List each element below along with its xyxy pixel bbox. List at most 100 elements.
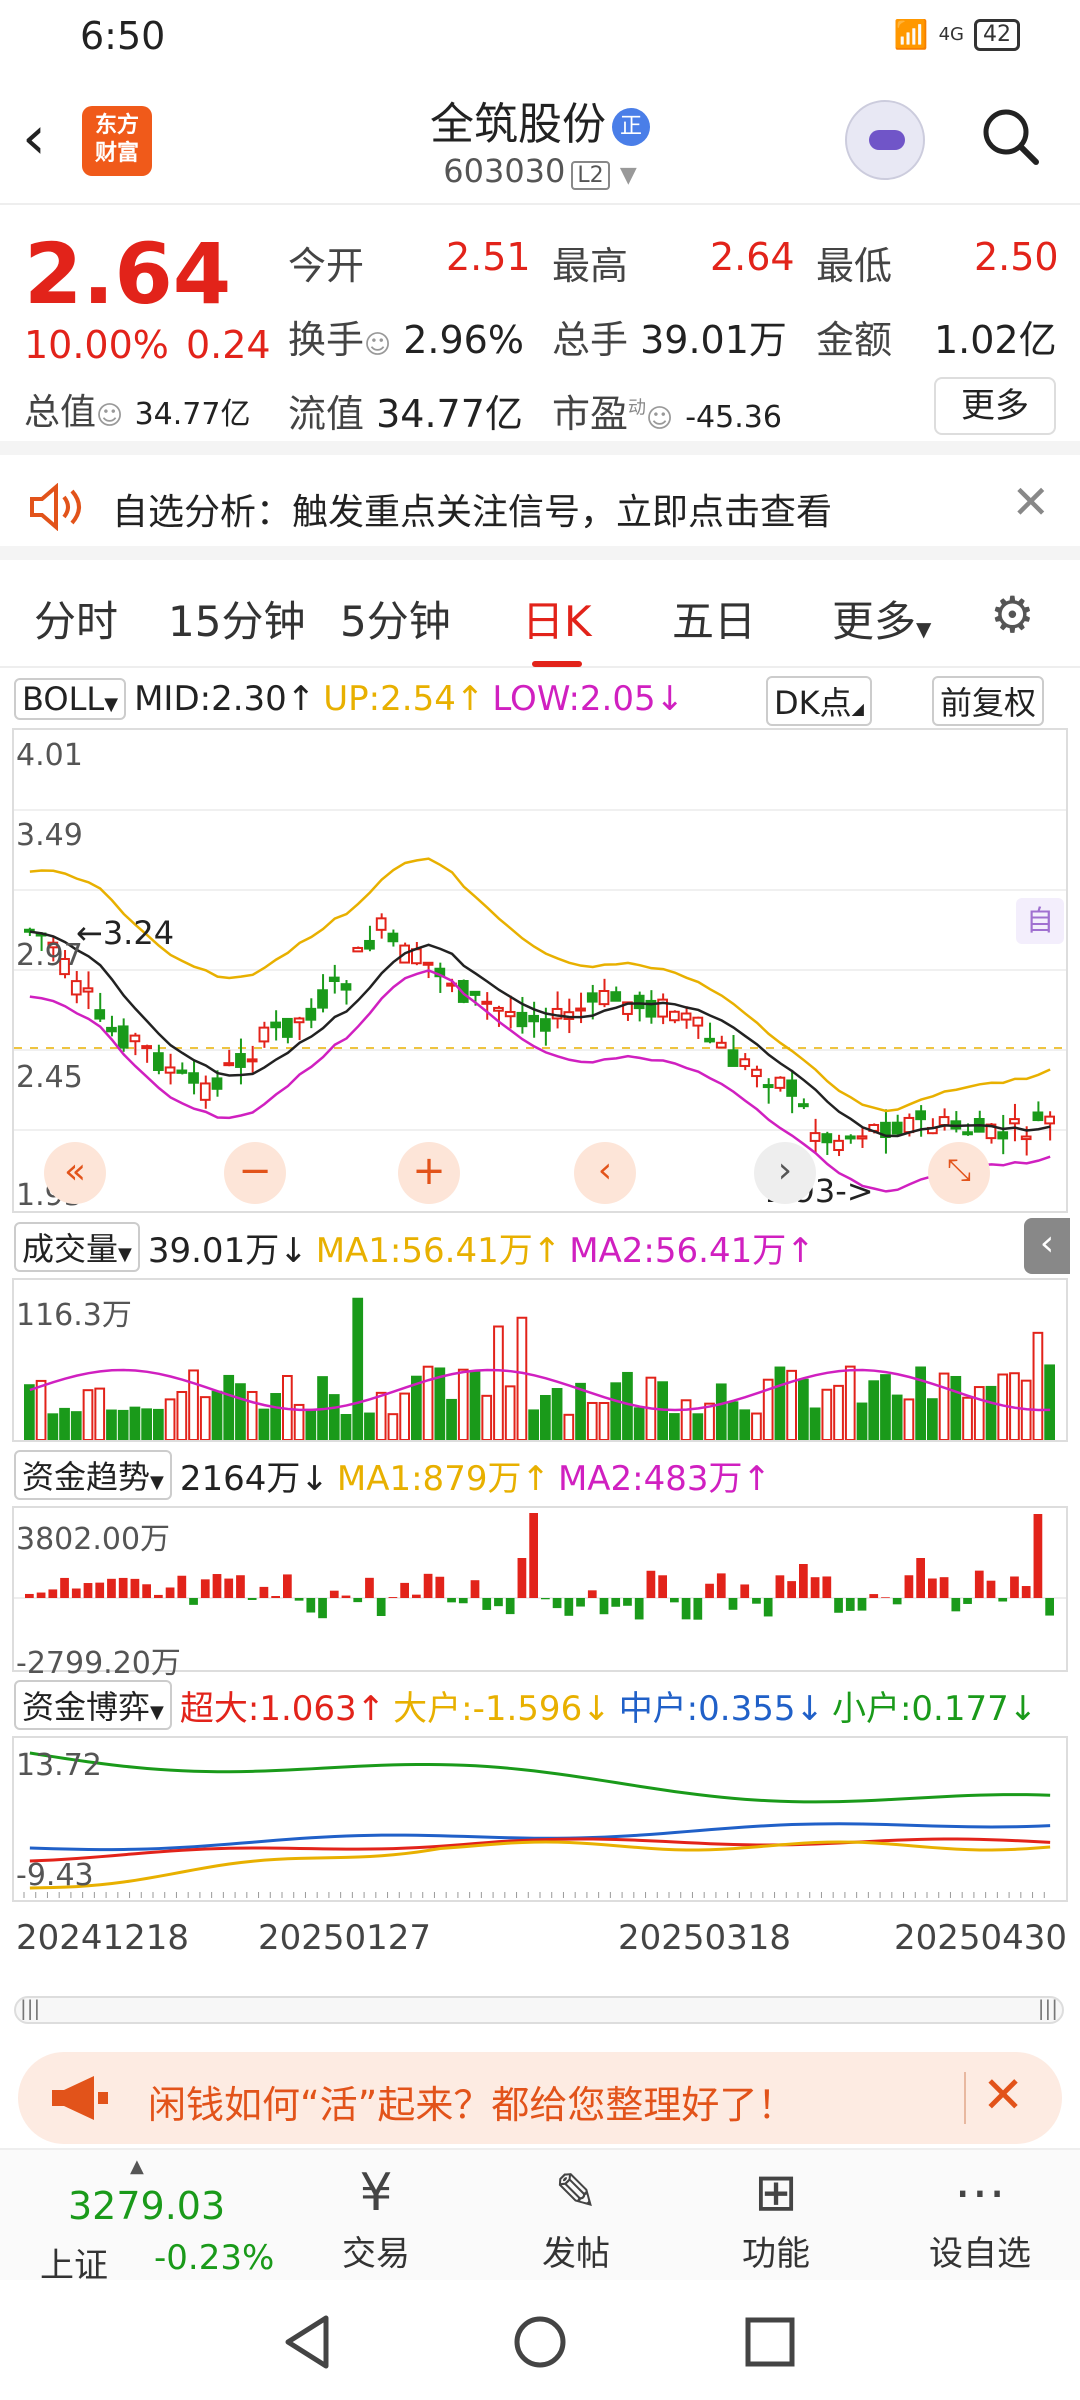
candle xyxy=(493,1006,504,1012)
candle xyxy=(317,989,328,1009)
fund-bar xyxy=(165,1587,175,1598)
grid-icon: ⊞ xyxy=(754,2163,798,2223)
functions-button[interactable]: ⊞ 功能 xyxy=(716,2160,836,2275)
candle xyxy=(352,946,364,953)
float-value: 34.77亿 xyxy=(376,392,523,436)
index-value: 3279.03 xyxy=(68,2184,226,2228)
scroll-handle-left[interactable]: ||| xyxy=(20,1996,40,2020)
scroll-left-fast-button[interactable]: « xyxy=(44,1142,106,1204)
fund-bar xyxy=(587,1590,597,1598)
kline-chart[interactable]: 4.01 3.49 2.97 2.45 1.93 ←3.24 1.93-> 自 … xyxy=(12,728,1068,1213)
close-icon[interactable]: ✕ xyxy=(982,2066,1024,2124)
candle xyxy=(856,1135,868,1140)
trade-button[interactable]: ¥ 交易 xyxy=(316,2160,436,2275)
adjust-button[interactable]: 前复权 xyxy=(932,676,1045,726)
fund-bar xyxy=(482,1598,492,1610)
volume-bar xyxy=(211,1390,223,1441)
current-price: 2.64 xyxy=(24,225,232,323)
tab-intraday[interactable]: 分时 xyxy=(34,588,118,649)
candle xyxy=(340,983,352,991)
fund-bar xyxy=(95,1582,105,1598)
small-holder-line xyxy=(29,1751,1051,1804)
tab-15min[interactable]: 15分钟 xyxy=(168,588,305,649)
add-watchlist-button[interactable]: ⋯ 设自选 xyxy=(920,2160,1040,2275)
volume-bar xyxy=(258,1408,270,1442)
fund-game-select[interactable]: 资金博弈▼ xyxy=(14,1680,172,1730)
nav-home-icon[interactable] xyxy=(512,2314,568,2370)
volume-bar xyxy=(399,1392,411,1441)
promo-text: 闲钱如何“活”起来？都给您整理好了！ xyxy=(148,2083,796,2127)
tab-more[interactable]: 更多▼ xyxy=(832,588,931,649)
fund-bar xyxy=(986,1580,996,1598)
info-icon[interactable]: ☺ xyxy=(646,404,673,434)
fund-game-max-label: 13.72 xyxy=(16,1748,102,1783)
gear-icon[interactable]: ⚙ xyxy=(990,586,1035,644)
scroll-right-button[interactable]: › xyxy=(754,1142,816,1204)
dk-button[interactable]: DK点◢ xyxy=(766,676,872,726)
tab-five-day[interactable]: 五日 xyxy=(672,588,756,649)
volume-bar xyxy=(481,1394,493,1441)
date-label: 20250127 xyxy=(258,1918,432,1958)
period-tabs: 分时 15分钟 5分钟 日K 五日 更多▼ ⚙ xyxy=(0,560,1080,668)
post-button[interactable]: ✎ 发帖 xyxy=(516,2160,636,2275)
close-icon[interactable]: ✕ xyxy=(1011,475,1050,529)
collapse-panel-icon[interactable]: ‹ xyxy=(1024,1218,1070,1274)
fund-bar xyxy=(1045,1598,1054,1616)
volume-bar xyxy=(328,1394,340,1441)
fund-bar xyxy=(400,1582,409,1598)
more-button[interactable]: 更多 xyxy=(934,377,1056,435)
info-icon[interactable]: ☺ xyxy=(364,330,391,360)
volume-bar xyxy=(223,1374,235,1441)
stock-name: 全筑股份 xyxy=(430,99,606,150)
volume-bar xyxy=(446,1398,457,1442)
assistant-avatar[interactable] xyxy=(845,100,925,180)
nav-recents-icon[interactable] xyxy=(744,2316,796,2368)
zoom-in-button[interactable]: + xyxy=(398,1142,460,1204)
fund-bar xyxy=(576,1598,585,1607)
analysis-banner[interactable]: 自选分析：触发重点关注信号，立即点击查看 ✕ xyxy=(0,455,1080,560)
fund-bar xyxy=(447,1598,456,1603)
volume-bar xyxy=(493,1325,504,1441)
candle xyxy=(129,1034,141,1043)
fund-trend-chart[interactable]: 3802.00万 -2799.20万 xyxy=(12,1506,1068,1681)
fullscreen-icon[interactable]: ⤡ xyxy=(928,1142,990,1204)
indicator-select[interactable]: BOLL▼ xyxy=(14,678,127,720)
fund-bar xyxy=(200,1579,210,1598)
info-icon[interactable]: ☺ xyxy=(96,401,123,431)
candle xyxy=(739,1058,751,1067)
scroll-handle-right[interactable]: ||| xyxy=(1038,1996,1058,2020)
self-select-tag[interactable]: 自 xyxy=(1016,898,1064,944)
candle xyxy=(586,992,598,1003)
search-icon[interactable] xyxy=(980,106,1040,166)
fund-bar xyxy=(928,1578,937,1598)
y-axis-label: 3.49 xyxy=(16,818,83,853)
nav-back-icon[interactable] xyxy=(282,2314,334,2370)
chevron-down-icon: ▼ xyxy=(118,1244,132,1265)
high-item: 最高 xyxy=(552,235,628,290)
volume-bar xyxy=(176,1390,188,1441)
zoom-out-button[interactable]: − xyxy=(224,1142,286,1204)
promo-banner[interactable]: 闲钱如何“活”起来？都给您整理好了！ ✕ xyxy=(18,2052,1062,2144)
volume-select[interactable]: 成交量▼ xyxy=(14,1222,140,1272)
range-scrollbar[interactable]: ||| ||| xyxy=(14,1996,1064,2024)
status-icons: 📶 4G 42 xyxy=(894,18,1020,51)
pe-sup: 动 xyxy=(628,397,647,419)
volume-bar xyxy=(551,1388,563,1441)
candle xyxy=(106,1026,117,1033)
boll-legend: BOLL▼ MID:2.30↑ UP:2.54↑ LOW:2.05↓ xyxy=(14,674,684,724)
tab-daily-k[interactable]: 日K xyxy=(522,588,592,667)
fund-game-chart[interactable]: 13.72 -9.43 xyxy=(12,1736,1068,1902)
tab-more-label: 更多 xyxy=(832,597,917,646)
fund-trend-select[interactable]: 资金趋势▼ xyxy=(14,1450,172,1500)
scroll-left-button[interactable]: ‹ xyxy=(574,1142,636,1204)
volume-bar xyxy=(59,1407,70,1441)
system-nav-bar xyxy=(0,2282,1080,2400)
volume-chart[interactable]: 116.3万 xyxy=(12,1278,1068,1442)
volume-bar xyxy=(985,1385,997,1441)
candle xyxy=(328,976,340,983)
tab-5min[interactable]: 5分钟 xyxy=(340,588,451,649)
date-label: 20241218 xyxy=(16,1918,190,1958)
fund-bar xyxy=(517,1558,527,1598)
fund-bar xyxy=(224,1578,234,1598)
candle xyxy=(809,1132,821,1142)
